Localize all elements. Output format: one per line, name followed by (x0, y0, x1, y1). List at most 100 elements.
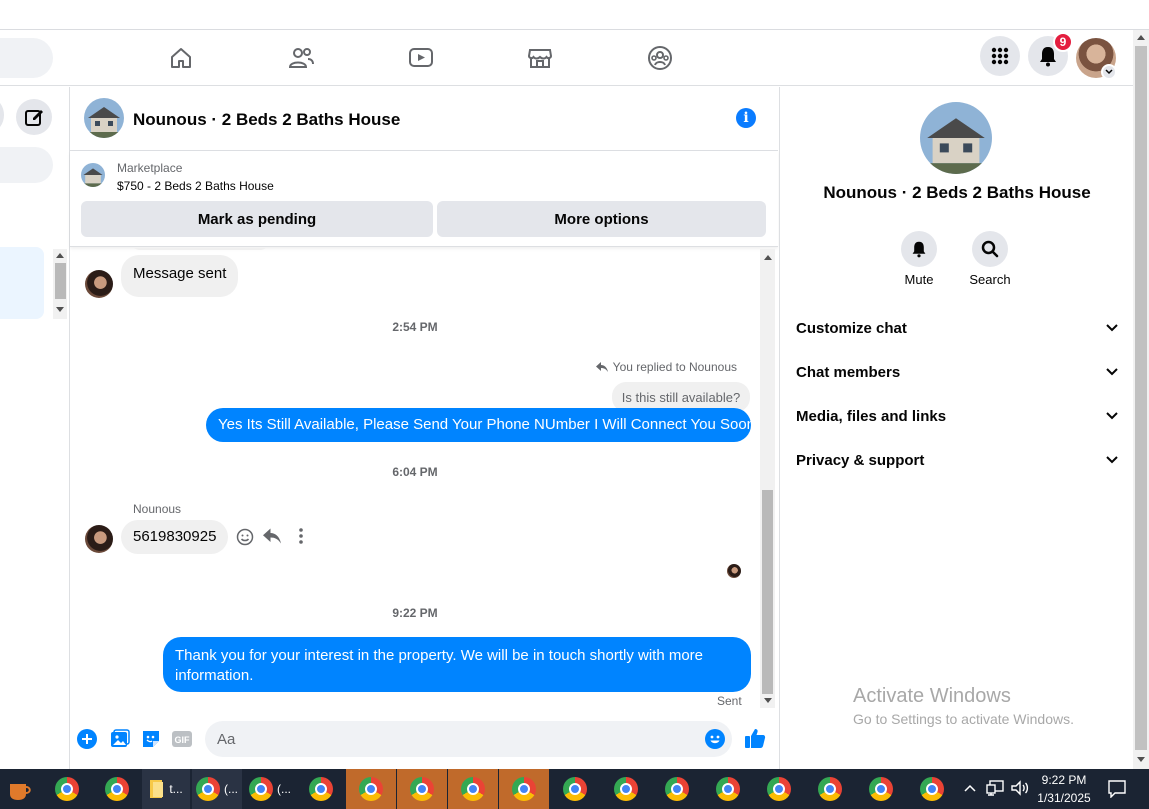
message-input[interactable] (205, 721, 732, 757)
marketplace-listing-bar: Marketplace $750 - 2 Beds 2 Baths House … (70, 151, 778, 247)
menu-grid-button[interactable] (980, 36, 1020, 76)
chrome-taskbar-icon[interactable] (805, 769, 855, 809)
chrome-taskbar-icon[interactable] (907, 769, 957, 809)
gif-icon[interactable]: GIF (171, 728, 193, 750)
taskbar-item-label: (... (277, 782, 291, 796)
listing-price-title[interactable]: $750 - 2 Beds 2 Baths House (117, 179, 274, 193)
chat-list-scrollbar-thumb[interactable] (55, 263, 66, 299)
chevron-down-icon (1106, 412, 1118, 420)
chrome-window-taskbar-item[interactable]: (... (244, 769, 296, 809)
section-media-files-links[interactable]: Media, files and links (796, 398, 1118, 434)
scroll-up-arrow-icon[interactable] (764, 254, 772, 260)
chrome-taskbar-icon[interactable] (856, 769, 906, 809)
taskbar-clock-date[interactable]: 1/31/2025 (1036, 791, 1092, 805)
chrome-window-taskbar-item[interactable]: (... (192, 769, 242, 809)
info-icon[interactable]: i (736, 108, 756, 128)
listing-large-thumbnail[interactable] (920, 102, 992, 174)
windows-taskbar: t... (... (... 9:22 PM 1/31/2025 (0, 769, 1149, 809)
plus-icon[interactable] (76, 728, 98, 750)
mute-button[interactable] (901, 231, 937, 267)
messenger-search-input[interactable] (0, 147, 53, 183)
chevron-down-icon (1106, 368, 1118, 376)
svg-text:GIF: GIF (175, 735, 191, 745)
chrome-taskbar-icon[interactable] (703, 769, 753, 809)
chrome-taskbar-icon[interactable] (652, 769, 702, 809)
chrome-taskbar-icon[interactable] (601, 769, 651, 809)
scroll-up-arrow-icon[interactable] (56, 252, 64, 258)
watch-video-icon[interactable] (405, 42, 437, 74)
section-chat-members[interactable]: Chat members (796, 354, 1118, 390)
section-label: Customize chat (796, 319, 907, 337)
sender-avatar[interactable] (85, 525, 113, 553)
message-composer: GIF (70, 712, 778, 768)
taskbar-item-label: t... (169, 782, 183, 796)
search-button[interactable] (972, 231, 1008, 267)
activate-windows-title: Activate Windows (853, 685, 1011, 707)
message-status: Sent (717, 694, 742, 708)
chevron-down-icon (1106, 456, 1118, 464)
selected-chat-item[interactable] (0, 247, 44, 319)
bell-icon (912, 241, 926, 258)
friends-icon[interactable] (285, 42, 317, 74)
scroll-down-arrow-icon[interactable] (764, 698, 772, 704)
chrome-taskbar-icon[interactable] (499, 769, 549, 809)
chrome-taskbar-icon[interactable] (754, 769, 804, 809)
chrome-taskbar-icon[interactable] (550, 769, 600, 809)
coffee-app-icon[interactable] (0, 769, 40, 809)
chrome-profile-a-taskbar-icon[interactable] (92, 769, 142, 809)
reply-icon[interactable] (263, 528, 281, 544)
taskbar-clock-time[interactable]: 9:22 PM (1036, 773, 1092, 787)
section-customize-chat[interactable]: Customize chat (796, 310, 1118, 346)
chevron-up-icon[interactable] (964, 784, 976, 792)
sticker-icon[interactable] (140, 728, 162, 750)
more-actions-icon[interactable] (298, 528, 304, 544)
chrome-taskbar-icon[interactable] (346, 769, 396, 809)
marketplace-icon[interactable] (524, 42, 556, 74)
chrome-taskbar-icon[interactable] (42, 769, 92, 809)
reply-arrow-icon (595, 362, 608, 372)
section-label: Media, files and links (796, 407, 947, 425)
scroll-up-arrow-icon[interactable] (1137, 34, 1145, 40)
incoming-message[interactable]: 5619830925 (121, 520, 229, 554)
section-label: Chat members (796, 363, 901, 381)
reply-context-text: You replied to Nounous (612, 360, 737, 374)
chrome-taskbar-icon[interactable] (296, 769, 346, 809)
mark-as-pending-button[interactable]: Mark as pending (81, 201, 433, 237)
facebook-search-box[interactable] (0, 38, 53, 78)
network-icon[interactable] (986, 780, 1004, 796)
sender-avatar[interactable] (85, 270, 113, 298)
emoji-icon[interactable] (704, 728, 726, 750)
scroll-down-arrow-icon[interactable] (56, 307, 64, 313)
chrome-taskbar-icon[interactable] (397, 769, 447, 809)
listing-thumbnail[interactable] (84, 98, 124, 138)
more-options-button[interactable]: More options (437, 201, 766, 237)
conversation-title[interactable]: Nounous · 2 Beds 2 Baths House (133, 110, 400, 130)
section-label: Privacy & support (796, 451, 925, 469)
photo-icon[interactable] (109, 728, 131, 750)
listing-small-thumbnail[interactable] (81, 163, 105, 187)
chevron-down-icon[interactable] (1101, 64, 1117, 80)
outgoing-message[interactable]: Thank you for your interest in the prope… (163, 637, 751, 692)
file-explorer-taskbar-item[interactable]: t... (142, 769, 190, 809)
notification-center-icon[interactable] (1108, 780, 1126, 798)
groups-icon[interactable] (644, 42, 676, 74)
incoming-message[interactable]: Message sent (121, 255, 239, 297)
outgoing-message[interactable]: Yes Its Still Available, Please Send You… (206, 408, 755, 442)
message-thread[interactable]: Message sent 2:54 PM You replied to Noun… (70, 248, 760, 708)
volume-icon[interactable] (1011, 780, 1029, 796)
activate-windows-subtitle: Go to Settings to activate Windows. (853, 711, 1074, 727)
scroll-down-arrow-icon[interactable] (1137, 757, 1145, 763)
chrome-taskbar-icon[interactable] (448, 769, 498, 809)
home-icon[interactable] (165, 42, 197, 74)
react-emoji-icon[interactable] (236, 528, 254, 546)
section-privacy-support[interactable]: Privacy & support (796, 442, 1118, 478)
new-message-button[interactable] (16, 99, 52, 135)
like-thumbs-up-icon[interactable] (744, 727, 766, 749)
search-label: Search (969, 272, 1011, 287)
thread-scrollbar-thumb[interactable] (762, 490, 773, 694)
grid-icon (991, 47, 1009, 65)
search-icon (981, 240, 999, 258)
page-scrollbar-thumb[interactable] (1135, 46, 1147, 750)
chat-options-button[interactable] (0, 99, 4, 131)
timestamp: 9:22 PM (392, 606, 438, 620)
